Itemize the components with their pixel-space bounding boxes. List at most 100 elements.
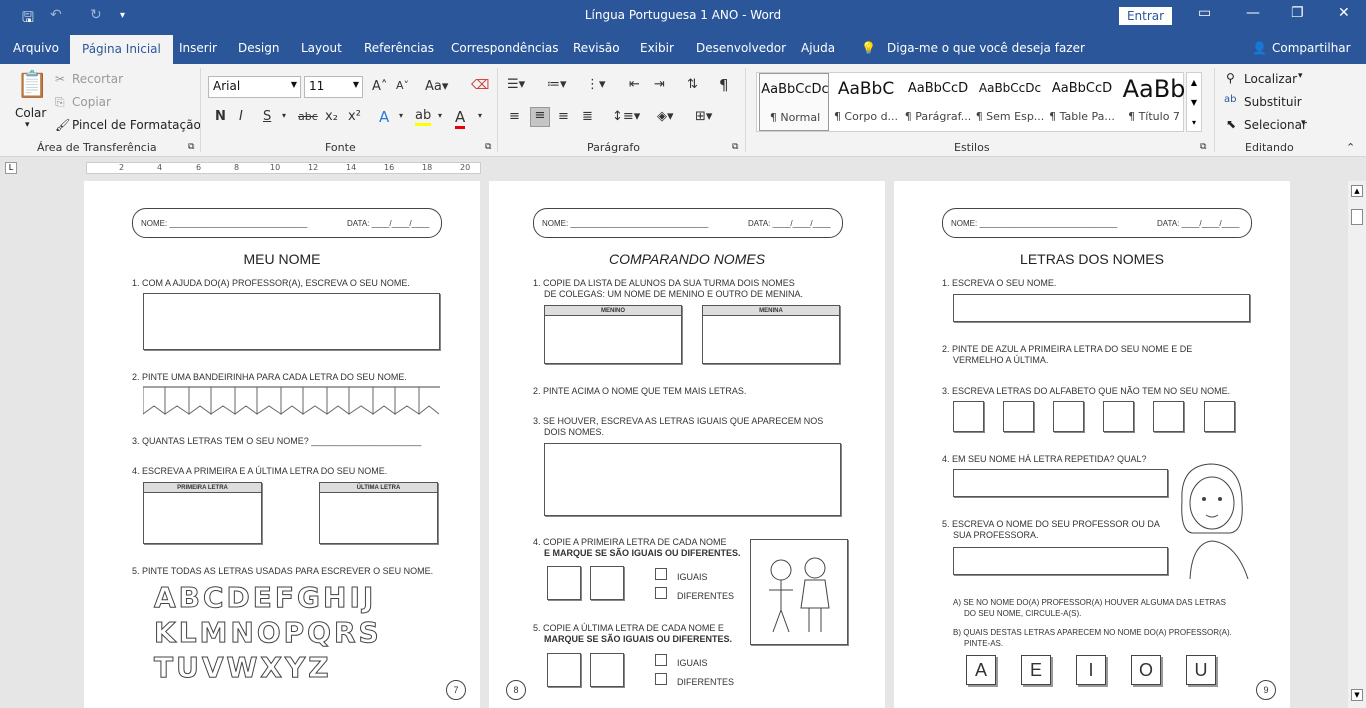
change-case-icon[interactable]: Aa▾: [425, 79, 448, 94]
scroll-thumb[interactable]: [1351, 209, 1363, 225]
ribbon-display-options-icon[interactable]: ▭: [1198, 5, 1211, 21]
style-corpo[interactable]: AaBbC ¶ Corpo d...: [831, 73, 901, 131]
shading-icon[interactable]: ◈▾: [657, 109, 674, 124]
increase-indent-icon[interactable]: ⇥: [654, 77, 665, 92]
highlight-icon[interactable]: ab: [415, 108, 432, 126]
select-icon[interactable]: ⬉: [1226, 117, 1236, 131]
tab-inserir[interactable]: Inserir: [179, 41, 217, 55]
style-normal[interactable]: AaBbCcDc ¶ Normal: [759, 73, 829, 131]
tab-arquivo[interactable]: Arquivo: [13, 41, 59, 55]
italic-icon[interactable]: I: [239, 109, 243, 124]
font-name-input[interactable]: Arial ▼: [208, 76, 301, 98]
bullets-icon[interactable]: ☰▾: [507, 77, 525, 92]
style-paragrafo[interactable]: AaBbCcD ¶ Parágraf...: [903, 73, 973, 131]
different-checkbox[interactable]: [655, 587, 667, 599]
tab-exibir[interactable]: Exibir: [640, 41, 674, 55]
copy-icon[interactable]: ⎘: [55, 95, 65, 110]
close-icon[interactable]: ✕: [1338, 5, 1350, 21]
font-color-icon[interactable]: A: [455, 108, 466, 129]
font-color-dropdown-icon[interactable]: ▾: [478, 111, 482, 120]
tab-ajuda[interactable]: Ajuda: [801, 41, 835, 55]
replace-button[interactable]: Substituir: [1244, 95, 1302, 109]
equal-checkbox[interactable]: [655, 654, 667, 666]
styles-launcher-icon[interactable]: ⧉: [1200, 142, 1206, 152]
align-center-icon[interactable]: ≡: [530, 107, 550, 127]
search-icon[interactable]: ⚲: [1226, 71, 1235, 85]
find-dropdown-icon[interactable]: ▾: [1298, 71, 1303, 81]
clear-formatting-icon[interactable]: ⌫: [471, 78, 489, 93]
styles-scroll[interactable]: ▲ ▼ ▾: [1186, 72, 1202, 132]
paste-dropdown-icon[interactable]: ▾: [25, 120, 30, 130]
underline-dropdown-icon[interactable]: ▾: [282, 111, 286, 120]
different-label: DIFERENTES: [677, 591, 735, 601]
show-formatting-marks-icon[interactable]: ¶: [719, 76, 729, 94]
sort-icon[interactable]: ⇅: [687, 77, 698, 92]
strikethrough-icon[interactable]: abc: [298, 110, 318, 123]
tab-selector-icon[interactable]: L: [5, 162, 17, 174]
decrease-indent-icon[interactable]: ⇤: [629, 77, 640, 92]
tab-correspondencias[interactable]: Correspondências: [451, 41, 558, 55]
font-size-input[interactable]: 11 ▼: [304, 76, 363, 98]
share-button[interactable]: Compartilhar: [1272, 41, 1351, 55]
highlight-dropdown-icon[interactable]: ▾: [438, 111, 442, 120]
tell-me-search[interactable]: Diga-me o que você deseja fazer: [887, 41, 1085, 55]
font-launcher-icon[interactable]: ⧉: [485, 142, 491, 152]
paste-button[interactable]: Colar: [15, 106, 46, 120]
superscript-icon[interactable]: x²: [348, 109, 361, 124]
bold-icon[interactable]: N: [215, 109, 226, 124]
page-8[interactable]: NOME: _______________________________ DA…: [489, 181, 885, 708]
restore-icon[interactable]: ❐: [1291, 5, 1304, 21]
horizontal-ruler[interactable]: 2 4 6 8 10 12 14 16 18 20: [86, 162, 481, 174]
tab-revisao[interactable]: Revisão: [573, 41, 620, 55]
sign-in-button[interactable]: Entrar: [1119, 7, 1172, 25]
paragraph-launcher-icon[interactable]: ⧉: [732, 142, 738, 152]
chevron-up-icon[interactable]: ▲: [1187, 73, 1201, 93]
chevron-down-icon[interactable]: ▼: [1187, 93, 1201, 113]
format-painter-icon[interactable]: 🖌: [55, 118, 70, 132]
more-styles-icon[interactable]: ▾: [1187, 113, 1201, 133]
borders-icon[interactable]: ⊞▾: [695, 109, 712, 124]
replace-icon[interactable]: ab: [1224, 94, 1236, 105]
share-icon[interactable]: 👤: [1252, 41, 1267, 55]
copy-button[interactable]: Copiar: [72, 95, 111, 109]
multilevel-list-icon[interactable]: ⋮▾: [586, 77, 606, 92]
tab-design[interactable]: Design: [238, 41, 279, 55]
clipboard-launcher-icon[interactable]: ⧉: [188, 142, 194, 152]
format-painter-button[interactable]: Pincel de Formatação: [72, 118, 201, 132]
subscript-icon[interactable]: x₂: [325, 109, 338, 124]
align-right-icon[interactable]: ≡: [558, 109, 569, 124]
align-left-icon[interactable]: ≡: [509, 109, 520, 124]
text-effects-icon[interactable]: A: [379, 108, 389, 126]
tab-desenvolvedor[interactable]: Desenvolvedor: [696, 41, 786, 55]
line-spacing-icon[interactable]: ↕≡▾: [612, 109, 640, 124]
scroll-up-icon[interactable]: ▲: [1351, 185, 1363, 197]
style-table-paragraph[interactable]: AaBbCcD ¶ Table Pa...: [1047, 73, 1117, 131]
grow-font-icon[interactable]: A˄: [372, 79, 387, 94]
style-preview: AaBbC: [837, 79, 895, 99]
underline-icon[interactable]: S: [263, 109, 271, 124]
minimize-icon[interactable]: —: [1246, 5, 1260, 21]
scroll-down-icon[interactable]: ▼: [1351, 689, 1363, 701]
different-checkbox[interactable]: [655, 673, 667, 685]
tab-pagina-inicial[interactable]: Página Inicial: [70, 35, 173, 64]
select-dropdown-icon[interactable]: ▾: [1301, 118, 1306, 128]
cut-button[interactable]: Recortar: [72, 72, 123, 86]
numbering-icon[interactable]: ≔▾: [547, 77, 567, 92]
style-sem-espacamento[interactable]: AaBbCcDc ¶ Sem Esp...: [975, 73, 1045, 131]
equal-checkbox[interactable]: [655, 568, 667, 580]
style-titulo-7[interactable]: AaBb ¶ Título 7: [1119, 73, 1189, 131]
cut-icon[interactable]: ✂: [55, 72, 65, 86]
shrink-font-icon[interactable]: A˅: [396, 79, 409, 92]
tab-referencias[interactable]: Referências: [364, 41, 434, 55]
justify-icon[interactable]: ≣: [582, 109, 593, 124]
find-button[interactable]: Localizar: [1244, 72, 1297, 86]
page-9[interactable]: NOME: _______________________________ DA…: [894, 181, 1290, 708]
tab-layout[interactable]: Layout: [301, 41, 342, 55]
text-effects-dropdown-icon[interactable]: ▾: [399, 111, 403, 120]
separator: [745, 68, 746, 152]
vertical-scrollbar[interactable]: ▲ ▼: [1348, 181, 1366, 708]
collapse-ribbon-icon[interactable]: ⌃: [1346, 141, 1355, 154]
paste-icon[interactable]: 📋: [16, 70, 48, 100]
select-button[interactable]: Selecionar: [1244, 118, 1307, 132]
page-7[interactable]: NOME: _______________________________ DA…: [84, 181, 480, 708]
